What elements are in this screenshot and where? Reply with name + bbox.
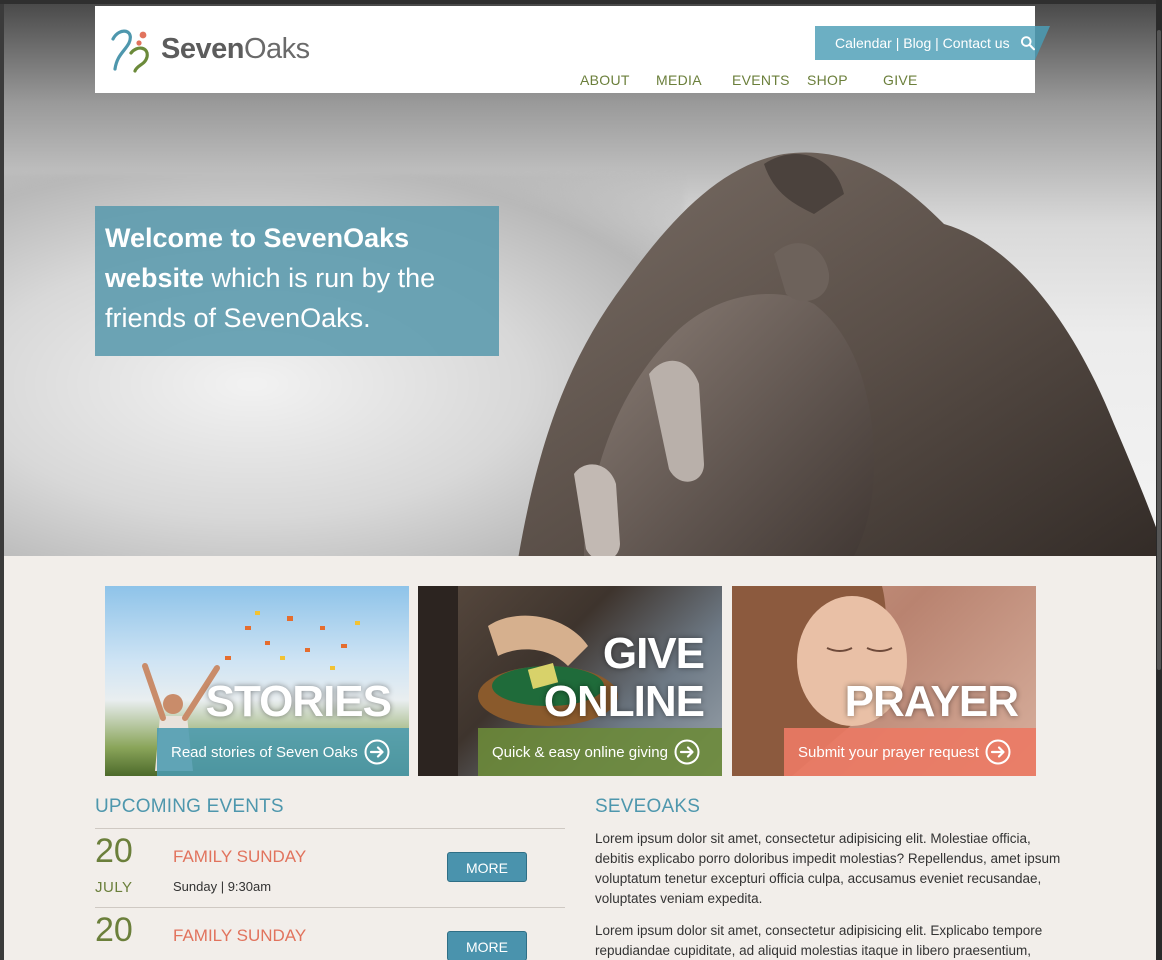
scrollbar-thumb[interactable] — [1157, 30, 1161, 670]
stories-tile[interactable]: STORIES Read stories of Seven Oaks — [105, 586, 409, 776]
welcome-message: Welcome to SevenOaks website which is ru… — [95, 206, 499, 356]
arrow-right-circle-icon — [985, 739, 1011, 765]
give-online-tile-link: Quick & easy online giving — [492, 743, 668, 761]
sevenoaks-logo-icon — [111, 29, 149, 73]
site-logo[interactable]: SevenOaks — [109, 24, 310, 74]
about-paragraph-2: Lorem ipsum dolor sit amet, consectetur … — [595, 923, 1043, 958]
praying-hands-image — [518, 152, 1156, 556]
event-name[interactable]: FAMILY SUNDAY — [173, 926, 306, 946]
event-day: 20 — [95, 832, 133, 870]
give-online-tile-title: GIVE ONLINE — [543, 629, 705, 726]
event-more-button[interactable]: MORE — [447, 852, 527, 882]
upcoming-events-title: UPCOMING EVENTS — [95, 796, 284, 817]
prayer-tile[interactable]: PRAYER Submit your prayer request — [732, 586, 1036, 776]
arrow-right-circle-icon — [364, 739, 390, 765]
stories-tile-title: STORIES — [205, 677, 392, 726]
utility-links[interactable]: Calendar | Blog | Contact us — [835, 35, 1010, 51]
stories-tile-bar[interactable]: Read stories of Seven Oaks — [157, 728, 409, 776]
arrow-right-circle-icon — [674, 739, 700, 765]
event-month: JULY — [95, 879, 133, 896]
about-paragraph-1: Lorem ipsum dolor sit amet, consectetur … — [595, 831, 1061, 906]
nav-events[interactable]: EVENTS — [732, 72, 790, 88]
nav-shop[interactable]: SHOP — [807, 72, 848, 88]
give-online-tile[interactable]: GIVE ONLINE Quick & easy online giving — [418, 586, 722, 776]
nav-media[interactable]: MEDIA — [656, 72, 702, 88]
about-title: SEVEOAKS — [595, 796, 701, 817]
event-more-button[interactable]: MORE — [447, 931, 527, 960]
site-logo-text: SevenOaks — [161, 32, 310, 65]
prayer-tile-link: Submit your prayer request — [798, 743, 979, 761]
prayer-tile-bar[interactable]: Submit your prayer request — [784, 728, 1036, 776]
give-online-tile-bar[interactable]: Quick & easy online giving — [478, 728, 722, 776]
nav-give[interactable]: GIVE — [883, 72, 918, 88]
main-nav: ABOUT MEDIA EVENTS SHOP GIVE — [95, 72, 1035, 92]
event-time: Sunday | 9:30am — [173, 879, 272, 894]
utility-links-bar: Calendar | Blog | Contact us — [815, 26, 1035, 60]
page: SevenOaks Calendar | Blog | Contact us A… — [4, 4, 1156, 960]
nav-about[interactable]: ABOUT — [580, 72, 630, 88]
divider — [95, 907, 565, 908]
event-day: 20 — [95, 911, 133, 949]
prayer-tile-title: PRAYER — [844, 677, 1019, 726]
scrollbar[interactable] — [1156, 0, 1162, 960]
stories-tile-link: Read stories of Seven Oaks — [171, 743, 358, 761]
divider — [95, 828, 565, 829]
search-icon[interactable] — [1020, 35, 1035, 51]
about-text: Lorem ipsum dolor sit amet, consectetur … — [595, 829, 1065, 960]
site-header: SevenOaks Calendar | Blog | Contact us A… — [95, 6, 1050, 93]
event-name[interactable]: FAMILY SUNDAY — [173, 847, 306, 867]
